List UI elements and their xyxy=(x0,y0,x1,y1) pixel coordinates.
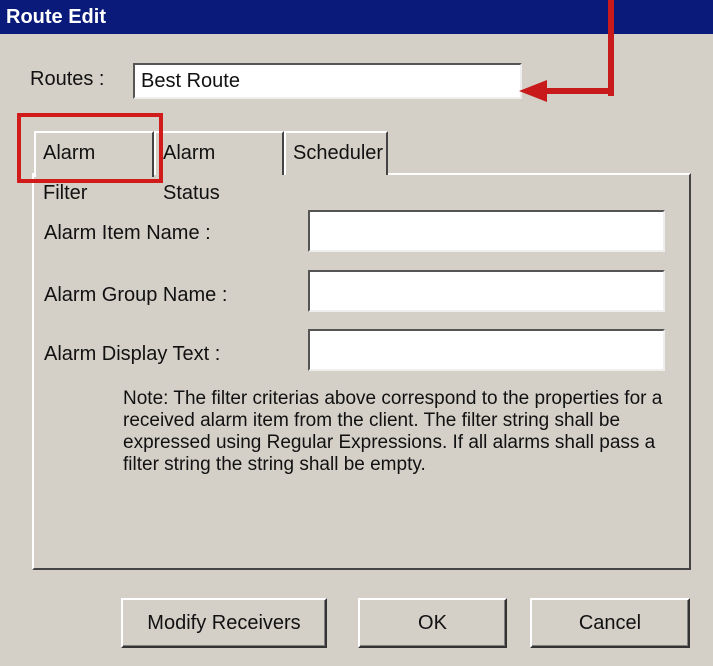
window-title: Route Edit xyxy=(0,0,713,34)
annotation-arrow-head-icon xyxy=(519,80,547,102)
tab-alarm-status[interactable]: Alarm Status xyxy=(154,131,284,204)
annotation-arrow-shaft-vertical xyxy=(608,0,614,96)
alarm-display-text-label: Alarm Display Text : xyxy=(44,343,221,365)
ok-button[interactable]: OK xyxy=(358,598,507,648)
alarm-group-name-label: Alarm Group Name : xyxy=(44,284,228,306)
cancel-button[interactable]: Cancel xyxy=(530,598,690,648)
tab-scheduler[interactable]: Scheduler xyxy=(284,131,388,175)
tab-highlight-annotation xyxy=(17,113,163,183)
modify-receivers-button[interactable]: Modify Receivers xyxy=(121,598,327,648)
filter-note: Note: The filter criterias above corresp… xyxy=(123,388,663,475)
alarm-item-name-input[interactable] xyxy=(308,210,665,252)
alarm-item-name-label: Alarm Item Name : xyxy=(44,222,211,244)
routes-label: Routes : xyxy=(30,68,105,90)
alarm-group-name-input[interactable] xyxy=(308,270,665,312)
route-edit-dialog: Route Edit Routes : Best Route Alarm Fil… xyxy=(0,0,713,666)
routes-input[interactable]: Best Route xyxy=(133,63,522,99)
annotation-arrow-shaft-horizontal xyxy=(545,88,614,94)
alarm-display-text-input[interactable] xyxy=(308,329,665,371)
